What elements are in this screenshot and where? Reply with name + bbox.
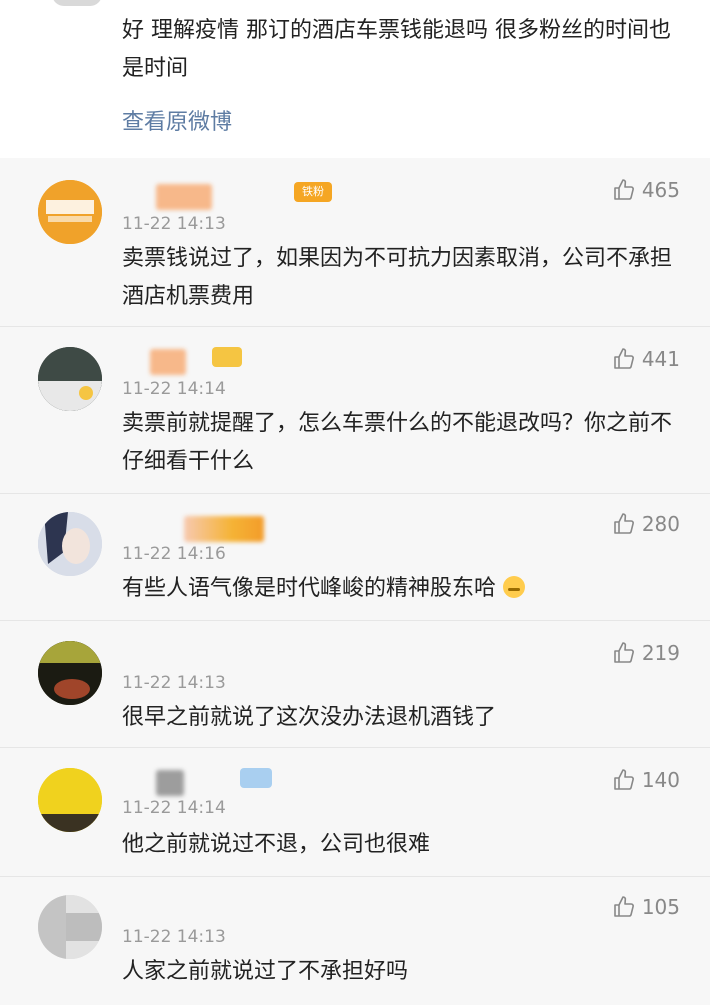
like-count: 140 xyxy=(641,768,680,792)
thumbs-up-icon xyxy=(614,896,634,917)
like-button[interactable]: 105 xyxy=(612,895,680,919)
username-blurred[interactable] xyxy=(156,770,184,796)
avatar[interactable] xyxy=(38,641,102,705)
comment-text: 很早之前就说了这次没办法退机酒钱了 xyxy=(122,705,497,730)
thumbs-up-icon xyxy=(614,769,634,790)
username-blurred[interactable] xyxy=(184,516,264,542)
fan-badge: 铁粉 xyxy=(294,182,332,202)
comment-list: 铁粉 11-22 14:13 卖票钱说过了，如果因为不可抗力因素取消，公司不承担… xyxy=(0,158,710,1005)
comment-text: 有些人语气像是时代峰峻的精神股东哈 xyxy=(122,570,682,608)
comment-time: 11-22 14:13 xyxy=(122,927,226,947)
comment-time: 11-22 14:14 xyxy=(122,379,226,399)
comment-text: 卖票钱说过了，如果因为不可抗力因素取消，公司不承担酒店机票费用 xyxy=(122,246,673,309)
comment-text: 人家之前就说过了不承担好吗 xyxy=(122,959,409,984)
avatar-image xyxy=(38,512,102,576)
avatar[interactable] xyxy=(38,512,102,576)
avatar[interactable] xyxy=(38,768,102,832)
thumbs-up-icon xyxy=(614,642,634,663)
fan-badge-icon xyxy=(240,768,272,788)
like-count: 219 xyxy=(641,641,680,665)
like-count: 280 xyxy=(641,512,680,536)
comment-time: 11-22 14:13 xyxy=(122,214,226,234)
comment-time: 11-22 14:14 xyxy=(122,798,226,818)
avatar[interactable] xyxy=(52,0,102,6)
like-button[interactable]: 441 xyxy=(612,347,680,371)
comment-item: 11-22 14:14 他之前就说过不退，公司也很难 140 xyxy=(0,748,710,877)
like-count: 105 xyxy=(641,895,680,919)
avatar[interactable] xyxy=(38,347,102,411)
fan-badge-icon xyxy=(212,347,242,367)
comment-time: 11-22 14:16 xyxy=(122,544,226,564)
avatar[interactable] xyxy=(38,180,102,244)
avatar-image xyxy=(38,768,102,832)
like-button[interactable]: 465 xyxy=(612,178,680,202)
comment-text: 他之前就说过不退，公司也很难 xyxy=(122,832,431,857)
avatar-image xyxy=(38,347,102,411)
comment-time: 11-22 14:13 xyxy=(122,673,226,693)
like-count: 465 xyxy=(641,178,680,202)
comment-item: 11-22 14:16 有些人语气像是时代峰峻的精神股东哈 280 xyxy=(0,494,710,621)
username-blurred[interactable] xyxy=(156,184,212,210)
thumbs-up-icon xyxy=(614,513,634,534)
smirk-emoji-icon xyxy=(503,576,526,598)
comment-text-content: 有些人语气像是时代峰峻的精神股东哈 xyxy=(122,576,497,601)
like-count: 441 xyxy=(641,347,680,371)
view-original-link[interactable]: 查看原微博 xyxy=(122,104,232,136)
avatar-image xyxy=(38,641,102,705)
comment-item: 11-22 14:13 人家之前就说过了不承担好吗 105 xyxy=(0,877,710,1005)
comment-item: 11-22 14:13 很早之前就说了这次没办法退机酒钱了 219 xyxy=(0,621,710,748)
comment-item: 铁粉 11-22 14:13 卖票钱说过了，如果因为不可抗力因素取消，公司不承担… xyxy=(0,158,710,327)
like-button[interactable]: 140 xyxy=(612,768,680,792)
post-text: 好 理解疫情 那订的酒店车票钱能退吗 很多粉丝的时间也是时间 xyxy=(122,18,671,81)
original-post: 好 理解疫情 那订的酒店车票钱能退吗 很多粉丝的时间也是时间 查看原微博 xyxy=(0,0,710,158)
comment-text: 卖票前就提醒了，怎么车票什么的不能退改吗？你之前不仔细看干什么 xyxy=(122,411,673,474)
comment-item: 11-22 14:14 卖票前就提醒了，怎么车票什么的不能退改吗？你之前不仔细看… xyxy=(0,327,710,494)
like-button[interactable]: 280 xyxy=(612,512,680,536)
thumbs-up-icon xyxy=(614,348,634,369)
thumbs-up-icon xyxy=(614,179,634,200)
avatar-image xyxy=(38,895,102,959)
username-blurred[interactable] xyxy=(150,349,186,375)
avatar[interactable] xyxy=(38,895,102,959)
like-button[interactable]: 219 xyxy=(612,641,680,665)
avatar-image xyxy=(38,180,102,244)
